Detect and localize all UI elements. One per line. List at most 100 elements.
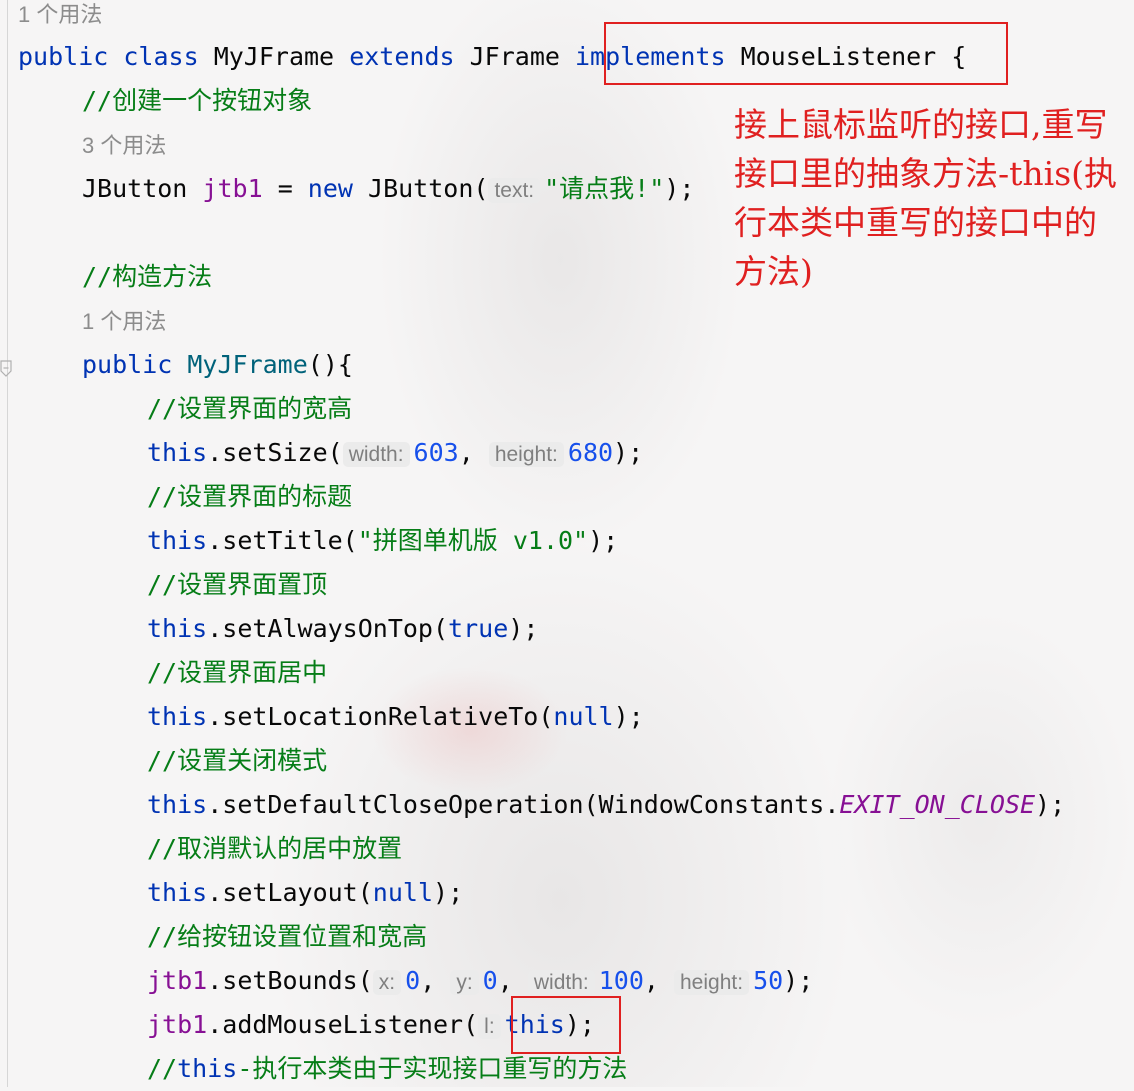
call-close: );	[613, 438, 644, 467]
type-name: JButton	[82, 174, 188, 203]
comma: ,	[458, 438, 474, 467]
keyword-this: this	[147, 526, 208, 555]
comment: //设置界面的标题	[147, 482, 353, 511]
parameter-hint: text:	[488, 178, 541, 203]
code-line-add-mouse-listener: jtb1.addMouseListener(l: this);	[0, 1003, 595, 1047]
code-line-set-location: this.setLocationRelativeTo(null);	[0, 695, 644, 739]
number-literal: 0	[482, 966, 498, 995]
highlight-box-implements	[604, 22, 1008, 85]
field-name: jtb1	[202, 174, 263, 203]
parameter-hint: height:	[674, 970, 750, 995]
comma: ,	[497, 966, 513, 995]
number-literal: 100	[598, 966, 644, 995]
code-line-comment: //给按钮设置位置和宽高	[0, 915, 427, 959]
call-close: );	[613, 702, 644, 731]
keyword-this: this	[147, 878, 208, 907]
code-line-comment: //构造方法	[0, 255, 212, 299]
call-close: );	[508, 614, 539, 643]
code-line-set-always-on-top: this.setAlwaysOnTop(true);	[0, 607, 538, 651]
constructor-name: MyJFrame	[187, 350, 308, 379]
keyword-this: this	[147, 702, 208, 731]
constructor-params: (){	[307, 350, 353, 379]
usage-hint-constructor[interactable]: 1 个用法	[0, 299, 166, 343]
code-line-set-close-op: this.setDefaultCloseOperation(WindowCons…	[0, 783, 1065, 827]
keyword-null: null	[553, 702, 614, 731]
call-close: );	[664, 174, 695, 203]
code-line-comment: //设置界面的宽高	[0, 387, 352, 431]
call-close: );	[588, 526, 619, 555]
comment: //设置界面的宽高	[147, 394, 353, 423]
code-line-comment: //设置界面居中	[0, 651, 327, 695]
number-literal: 603	[413, 438, 459, 467]
code-line-comment: //设置关闭模式	[0, 739, 327, 783]
parameter-hint: y:	[450, 970, 479, 995]
keyword-true: true	[448, 614, 509, 643]
keyword-this: this	[147, 438, 208, 467]
code-line-comment: //设置界面的标题	[0, 475, 352, 519]
comment-slashes: //	[147, 1054, 178, 1083]
method-call: .setDefaultCloseOperation(WindowConstant…	[207, 790, 840, 819]
constructor-call: JButton(	[368, 174, 489, 203]
comma: ,	[420, 966, 436, 995]
comment: //取消默认的居中放置	[147, 834, 403, 863]
code-line-comment: //创建一个按钮对象	[0, 79, 312, 123]
parameter-hint: width:	[527, 970, 595, 995]
field-name: jtb1	[147, 966, 208, 995]
method-call: .addMouseListener(	[207, 1010, 479, 1039]
keyword-class: class	[123, 42, 199, 71]
assign-operator: =	[262, 174, 308, 203]
string-literal: "拼图单机版 v1.0"	[357, 526, 589, 555]
comment-rest: -执行本类由于实现接口重写的方法	[237, 1054, 628, 1083]
method-call: .setLocationRelativeTo(	[207, 702, 554, 731]
comment: //创建一个按钮对象	[82, 86, 313, 115]
parameter-hint: l:	[478, 1014, 501, 1039]
keyword-extends: extends	[349, 42, 455, 71]
parameter-hint: x:	[372, 970, 402, 995]
comment: //设置界面居中	[147, 658, 328, 687]
usage-label[interactable]: 1 个用法	[82, 309, 166, 334]
comment: //给按钮设置位置和宽高	[147, 922, 428, 951]
superclass-name: JFrame	[469, 42, 560, 71]
call-close: );	[783, 966, 814, 995]
method-call: .setAlwaysOnTop(	[207, 614, 449, 643]
field-name: jtb1	[147, 1010, 208, 1039]
method-call: .setTitle(	[207, 526, 358, 555]
annotation-note: 接上鼠标监听的接口,重写接口里的抽象方法-this(执行本类中重写的接口中的方法…	[734, 105, 1118, 291]
method-call: .setBounds(	[207, 966, 373, 995]
call-close: );	[433, 878, 464, 907]
code-line-comment: //取消默认的居中放置	[0, 827, 402, 871]
keyword-public: public	[18, 42, 109, 71]
keyword-public: public	[82, 350, 173, 379]
code-line-set-title: this.setTitle("拼图单机版 v1.0");	[0, 519, 618, 563]
usage-hint-class[interactable]: 1 个用法	[0, 0, 102, 36]
usage-hint-field[interactable]: 3 个用法	[0, 123, 166, 167]
class-name: MyJFrame	[213, 42, 335, 71]
keyword-this: this	[147, 614, 208, 643]
parameter-hint: width:	[342, 442, 410, 467]
string-literal: "请点我!"	[544, 174, 665, 203]
code-line-set-bounds: jtb1.setBounds(x: 0, y: 0, width: 100, heig…	[0, 959, 813, 1003]
usage-label[interactable]: 1 个用法	[18, 2, 102, 27]
comma: ,	[643, 966, 659, 995]
comment-this: this	[177, 1054, 238, 1083]
code-line-constructor: public MyJFrame(){	[0, 343, 353, 387]
method-call: .setSize(	[207, 438, 343, 467]
keyword-new: new	[307, 174, 353, 203]
number-literal: 0	[405, 966, 421, 995]
comment: //设置关闭模式	[147, 746, 328, 775]
usage-label[interactable]: 3 个用法	[82, 133, 166, 158]
comment: //构造方法	[82, 262, 213, 291]
code-line-set-layout: this.setLayout(null);	[0, 871, 463, 915]
code-line-comment: //设置界面置顶	[0, 563, 327, 607]
keyword-null: null	[372, 878, 434, 907]
highlight-box-this-argument	[511, 996, 621, 1054]
comment: //设置界面置顶	[147, 570, 328, 599]
number-literal: 50	[753, 966, 784, 995]
code-line-field: JButton jtb1 = new JButton(text: "请点我!");	[0, 167, 694, 211]
constant: EXIT_ON_CLOSE	[839, 790, 1036, 819]
code-line-set-size: this.setSize(width: 603, height: 680);	[0, 431, 643, 475]
parameter-hint: height:	[488, 442, 564, 467]
number-literal: 680	[567, 438, 614, 467]
call-close: );	[1035, 790, 1066, 819]
method-call: .setLayout(	[207, 878, 373, 907]
